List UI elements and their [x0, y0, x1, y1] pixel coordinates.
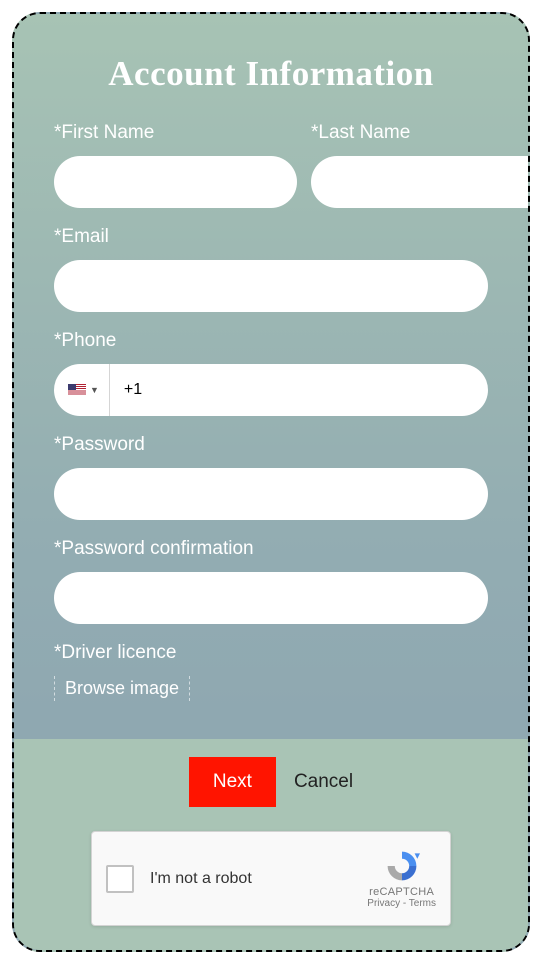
first-name-label: *First Name: [54, 122, 297, 144]
recaptcha-label: I'm not a robot: [150, 870, 351, 888]
first-name-input[interactable]: [54, 156, 297, 208]
phone-input[interactable]: [110, 364, 488, 416]
page-title: Account Information: [54, 54, 488, 94]
phone-label: *Phone: [54, 330, 488, 352]
driver-licence-label: *Driver licence: [54, 642, 488, 664]
next-button[interactable]: Next: [189, 757, 276, 807]
password-label: *Password: [54, 434, 488, 456]
recaptcha-widget: I'm not a robot reCAPTCHA Privacy - Term…: [91, 831, 451, 926]
recaptcha-logo: reCAPTCHA Privacy - Terms: [367, 848, 436, 909]
password-confirm-label: *Password confirmation: [54, 538, 488, 560]
last-name-label: *Last Name: [311, 122, 530, 144]
account-form-card: Account Information *First Name *Last Na…: [12, 12, 530, 952]
driver-licence-field: *Driver licence Browse image: [54, 642, 488, 701]
last-name-field: *Last Name: [311, 122, 530, 208]
password-confirm-input[interactable]: [54, 572, 488, 624]
phone-field: *Phone ▼: [54, 330, 488, 416]
cancel-button[interactable]: Cancel: [294, 771, 353, 793]
form-footer: Next Cancel I'm not a robot reCAPTCHA Pr…: [14, 739, 528, 952]
recaptcha-brand: reCAPTCHA: [367, 886, 436, 898]
first-name-field: *First Name: [54, 122, 297, 208]
email-input[interactable]: [54, 260, 488, 312]
chevron-down-icon: ▼: [90, 385, 99, 395]
email-field: *Email: [54, 226, 488, 312]
recaptcha-links[interactable]: Privacy - Terms: [367, 898, 436, 909]
password-field: *Password: [54, 434, 488, 520]
country-select[interactable]: ▼: [54, 364, 110, 416]
us-flag-icon: [68, 384, 86, 396]
password-confirm-field: *Password confirmation: [54, 538, 488, 624]
recaptcha-icon: [384, 848, 420, 884]
recaptcha-checkbox[interactable]: [106, 865, 134, 893]
password-input[interactable]: [54, 468, 488, 520]
browse-image-button[interactable]: Browse image: [54, 676, 190, 701]
email-label: *Email: [54, 226, 488, 248]
last-name-input[interactable]: [311, 156, 530, 208]
form-area: Account Information *First Name *Last Na…: [14, 14, 528, 739]
